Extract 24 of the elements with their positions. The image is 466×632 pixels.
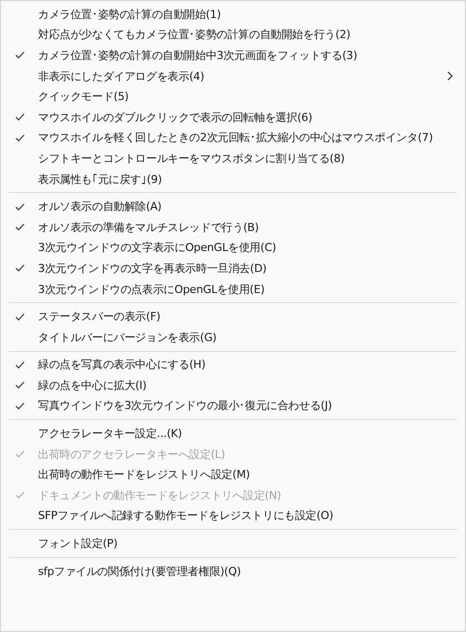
menu-item[interactable]: 出荷時の動作モードをレジストリへ設定(M) <box>1 464 465 486</box>
menu-item[interactable]: 写真ウインドウを3次元ウインドウの最小･復元に合わせる(J) <box>1 396 465 416</box>
menu-item[interactable]: SFPファイルへ記録する動作モードをレジストリにも設定(O) <box>1 506 465 526</box>
menu-item[interactable]: マウスホイルのダブルクリックで表示の回転軸を選択(6) <box>1 106 465 128</box>
menu-item[interactable]: 表示属性も｢元に戻す｣(9) <box>1 168 465 190</box>
menu-item[interactable]: クイックモード(5) <box>1 86 465 107</box>
menu-item[interactable]: マウスホイルを軽く回したときの2次元回転･拡大縮小の中心はマウスポインタ(7) <box>1 128 465 148</box>
menu-item[interactable]: ステータスバーの表示(F) <box>1 306 465 327</box>
menu-item[interactable]: 3次元ウインドウの文字を再表示時一旦消去(D) <box>1 258 465 279</box>
menu-item[interactable]: カメラ位置･姿勢の計算の自動開始中3次元画面をフィットする(3) <box>1 45 465 66</box>
menu-item[interactable]: オルソ表示の自動解除(A) <box>1 196 465 217</box>
menu-item[interactable]: オルソ表示の準備をマルチスレッドで行う(B) <box>1 216 465 238</box>
menu-item[interactable]: フォント設定(P) <box>1 533 465 554</box>
menu-item[interactable]: 3次元ウインドウの文字表示にOpenGLを使用(C) <box>1 238 465 258</box>
menu-item[interactable]: sfpファイルの関係付け(要管理者権限)(Q) <box>1 560 465 582</box>
menu-item[interactable]: 対応点が少なくてもカメラ位置･姿勢の計算の自動開始を行う(2) <box>1 24 465 46</box>
menu-item[interactable]: アクセラレータキー設定...(K) <box>1 423 465 444</box>
menu-item[interactable]: 緑の点を中心に拡大(I) <box>1 375 465 396</box>
menu-item[interactable]: 緑の点を写真の表示中心にする(H) <box>1 354 465 376</box>
menu-item[interactable]: カメラ位置･姿勢の計算の自動開始(1) <box>1 4 465 25</box>
menu-item[interactable]: シフトキーとコントロールキーをマウスボタンに割り当てる(8) <box>1 148 465 169</box>
menu-item[interactable]: 非表示にしたダイアログを表示(4) <box>1 66 465 86</box>
menu-item[interactable]: 3次元ウインドウの点表示にOpenGLを使用(E) <box>1 278 465 300</box>
menu-item[interactable]: タイトルバーにバージョンを表示(G) <box>1 326 465 348</box>
